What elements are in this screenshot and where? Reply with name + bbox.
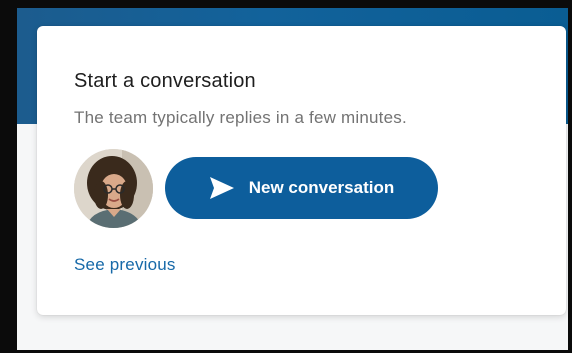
new-conversation-button[interactable]: New conversation xyxy=(165,157,438,219)
see-previous-link[interactable]: See previous xyxy=(74,255,176,275)
window-border-top xyxy=(0,0,572,8)
window-border-left xyxy=(0,0,17,353)
card-title: Start a conversation xyxy=(74,70,256,92)
team-member-avatar xyxy=(74,149,153,228)
messenger-window: Start a conversation The team typically … xyxy=(0,0,572,353)
new-conversation-label: New conversation xyxy=(248,178,395,197)
start-conversation-card: Start a conversation The team typically … xyxy=(37,26,566,315)
paper-plane-send-icon xyxy=(209,176,235,200)
reply-time-text: The team typically replies in a few minu… xyxy=(74,108,407,127)
avatar-image xyxy=(74,149,153,228)
window-border-right xyxy=(568,0,572,353)
